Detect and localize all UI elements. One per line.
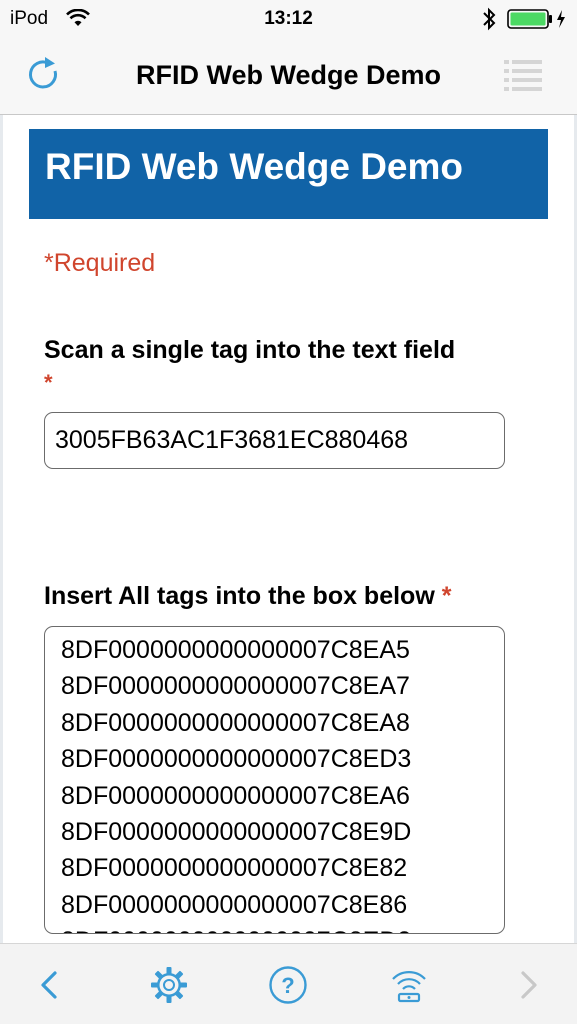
forward-icon[interactable] xyxy=(508,965,548,1005)
all-tags-label-text: Insert All tags into the box below xyxy=(44,582,435,610)
nav-title: RFID Web Wedge Demo xyxy=(135,60,442,90)
help-icon[interactable]: ? xyxy=(268,965,308,1005)
back-icon[interactable] xyxy=(30,965,70,1005)
tag-line: 8DF0000000000000007C8EA8 xyxy=(61,708,410,737)
bottom-toolbar: ? xyxy=(0,943,577,1024)
page-banner: RFID Web Wedge Demo xyxy=(29,129,548,219)
all-tags-label: Insert All tags into the box below * xyxy=(44,582,451,611)
tag-line: 8DF0000000000000007C8ED3 xyxy=(61,745,412,774)
content-edge-left xyxy=(0,115,3,943)
navigation-bar: RFID Web Wedge Demo xyxy=(0,38,577,115)
tag-line: 8DF0000000000000007C8E82 xyxy=(61,854,408,883)
required-note: *Required xyxy=(44,249,156,277)
single-tag-input[interactable] xyxy=(44,412,505,469)
charging-icon xyxy=(555,9,567,34)
single-tag-label: Scan a single tag into the text field xyxy=(44,336,456,364)
tag-line: 8DF0000000000000007C8EA6 xyxy=(61,781,410,810)
all-tags-required-mark: * xyxy=(441,582,452,610)
bluetooth-icon xyxy=(482,7,496,36)
tag-line: 8DF0000000000000007C8EA5 xyxy=(61,636,410,664)
settings-gear-icon[interactable] xyxy=(149,965,189,1005)
tag-line: 8DF0000000000000007C8EA7 xyxy=(61,672,410,701)
all-tags-textarea[interactable]: 8DF0000000000000007C8EA5 8DF000000000000… xyxy=(44,626,505,934)
list-menu-icon[interactable] xyxy=(503,55,543,95)
rfid-scan-icon[interactable] xyxy=(389,965,429,1005)
status-bar: iPod 13:12 xyxy=(0,0,577,38)
banner-title: RFID Web Wedge Demo xyxy=(45,146,464,187)
web-content: RFID Web Wedge Demo *Required Scan a sin… xyxy=(0,115,577,943)
tag-line: 8DF0000000000000007C8ED3 xyxy=(61,923,504,933)
tag-line: 8DF0000000000000007C8E86 xyxy=(61,890,408,919)
svg-text:?: ? xyxy=(281,973,294,998)
battery-icon xyxy=(507,9,553,34)
single-tag-required-mark: * xyxy=(44,370,53,395)
tag-line: 8DF0000000000000007C8E9D xyxy=(61,818,412,847)
